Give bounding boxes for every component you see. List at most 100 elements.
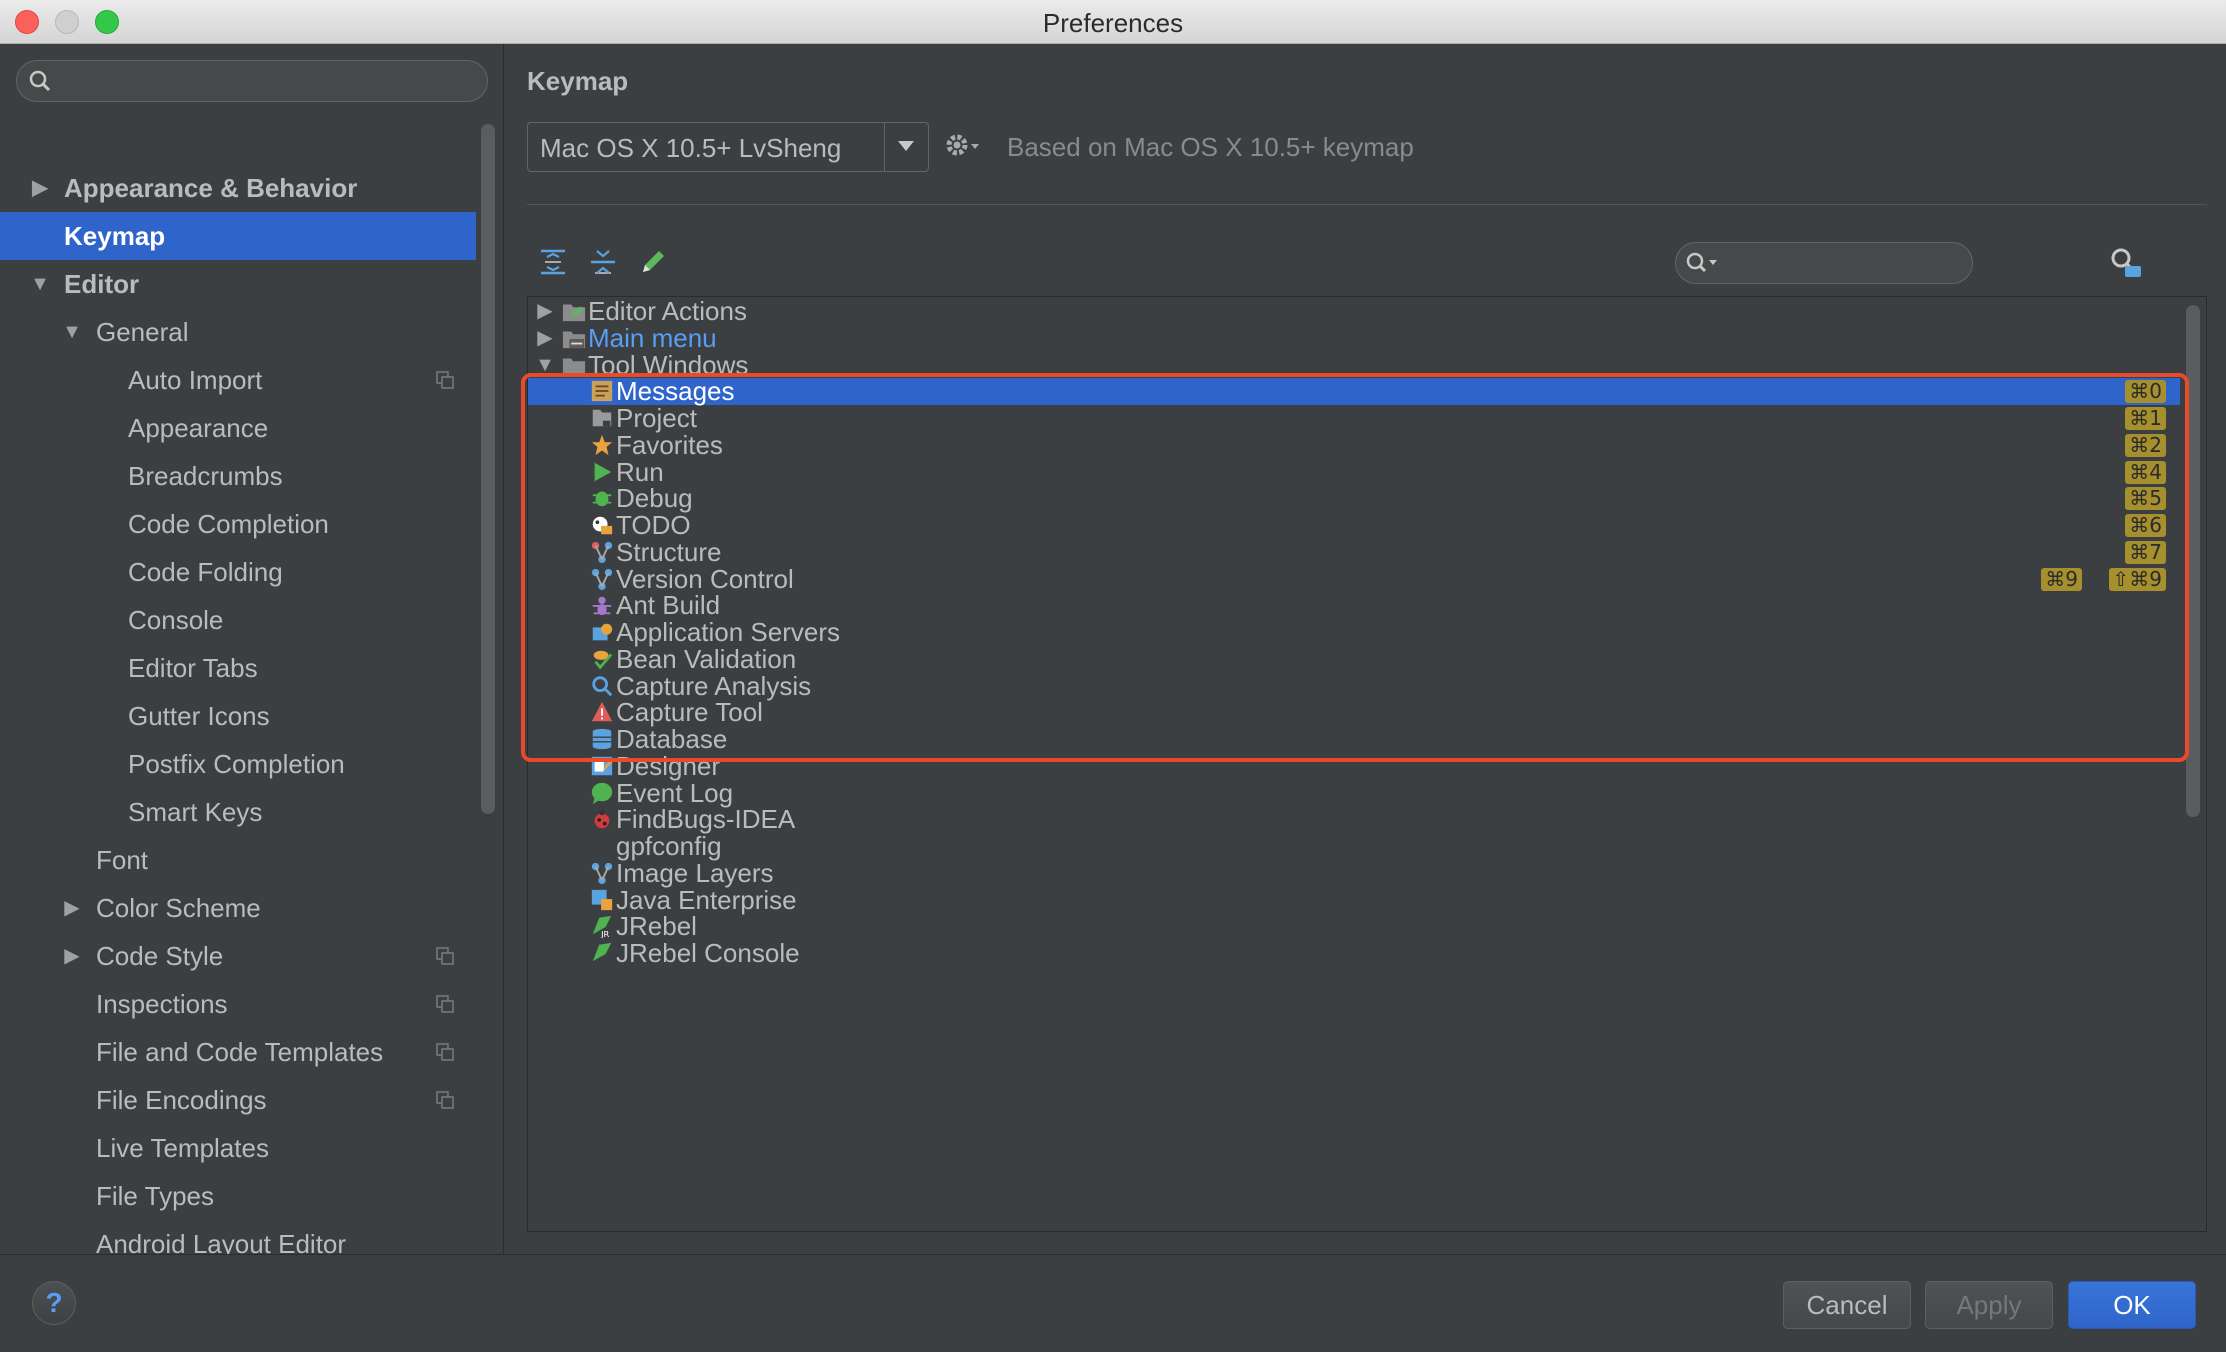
sidebar-scrollbar[interactable] — [481, 124, 495, 814]
expand-all-icon[interactable] — [535, 244, 571, 280]
collapsed-arrow-icon[interactable]: ▶ — [30, 164, 50, 212]
search-icon — [1686, 252, 1717, 273]
sidebar-item-inspections[interactable]: Inspections — [0, 980, 476, 1028]
tree-action-run[interactable]: Run ⌘4 — [528, 458, 2180, 486]
tree-action-gpfconfig[interactable]: gpfconfig — [528, 833, 2180, 860]
gear-icon[interactable] — [943, 130, 983, 164]
project-icon — [592, 409, 612, 427]
tree-action-database[interactable]: Database — [528, 726, 2180, 753]
tree-action-version-control[interactable]: Version Control ⇧⌘9 ⌘9 — [528, 565, 2180, 593]
todo-icon — [592, 516, 613, 535]
action-filter-input[interactable] — [1675, 242, 1973, 284]
apply-button[interactable]: Apply — [1925, 1281, 2053, 1329]
tree-item-label: Java Enterprise — [616, 884, 797, 915]
sidebar-item-gutter-icons[interactable]: Gutter Icons — [0, 692, 476, 740]
sidebar-item-breadcrumbs[interactable]: Breadcrumbs — [0, 452, 476, 500]
sidebar-item-appearance[interactable]: Appearance — [0, 404, 476, 452]
tree-action-ant-build[interactable]: Ant Build — [528, 592, 2180, 619]
collapsed-arrow-icon[interactable]: ▶ — [62, 932, 82, 980]
project-level-settings-icon — [436, 947, 454, 965]
tree-action-capture-tool[interactable]: Capture Tool — [528, 699, 2180, 726]
cancel-button[interactable]: Cancel — [1783, 1281, 1911, 1329]
collapsed-arrow-icon[interactable]: ▶ — [534, 325, 556, 352]
sidebar-item-label: Smart Keys — [128, 797, 263, 827]
sidebar-item-postfix-completion[interactable]: Postfix Completion — [0, 740, 476, 788]
tree-group-tool-windows[interactable]: ▼ Tool Windows — [528, 351, 2180, 379]
sidebar-item-label: Appearance & Behavior — [64, 173, 358, 203]
sidebar-item-label: Code Completion — [128, 509, 329, 539]
sidebar-item-file-and-code-templates[interactable]: File and Code Templates — [0, 1028, 476, 1076]
tree-action-findbugs-idea[interactable]: FindBugs-IDEA — [528, 806, 2180, 833]
version-control-icon — [591, 568, 613, 590]
collapsed-arrow-icon[interactable]: ▶ — [534, 298, 556, 325]
tree-action-designer[interactable]: Designer — [528, 752, 2180, 780]
sidebar-item-label: Postfix Completion — [128, 749, 345, 779]
svg-text:JR: JR — [600, 929, 609, 938]
expanded-arrow-icon[interactable]: ▼ — [62, 308, 82, 356]
tree-action-favorites[interactable]: Favorites ⌘2 — [528, 429, 2180, 460]
sidebar-item-appearance-behavior[interactable]: ▶ Appearance & Behavior — [0, 164, 476, 212]
window-title: Preferences — [1042, 8, 1184, 38]
sidebar-item-console[interactable]: Console — [0, 596, 476, 644]
sidebar-item-file-types[interactable]: File Types — [0, 1172, 476, 1220]
tree-item-label: Favorites — [616, 429, 723, 460]
search-icon — [29, 70, 51, 92]
help-button[interactable]: ? — [32, 1281, 76, 1325]
sidebar-item-label: Color Scheme — [96, 893, 261, 923]
sidebar-item-auto-import[interactable]: Auto Import — [0, 356, 476, 404]
keymap-select[interactable]: Mac OS X 10.5+ LvSheng — [527, 122, 929, 172]
sidebar-item-label: Live Templates — [96, 1133, 269, 1163]
sidebar-item-code-style[interactable]: ▶ Code Style — [0, 932, 476, 980]
sidebar-item-font[interactable]: Font — [0, 836, 476, 884]
settings-search-input[interactable] — [16, 60, 488, 102]
sidebar-item-code-folding[interactable]: Code Folding — [0, 548, 476, 596]
sidebar-item-keymap[interactable]: Keymap — [0, 212, 476, 260]
tree-action-bean-validation[interactable]: Bean Validation — [528, 645, 2180, 673]
tree-action-debug[interactable]: Debug ⌘5 — [528, 485, 2180, 512]
keymap-dropdown-button[interactable] — [884, 123, 928, 171]
tree-action-event-log[interactable]: Event Log — [528, 779, 2180, 807]
tree-action-messages[interactable]: Messages ⌘0 — [528, 378, 2180, 406]
tree-action-capture-analysis[interactable]: Capture Analysis — [528, 672, 2180, 700]
keymap-actions-tree: ▶ Editor Actions ▶ Main menu ▼ Tool Windows Me… — [527, 296, 2207, 1232]
tree-group-main-menu[interactable]: ▶ Main menu — [528, 324, 2180, 352]
editor-actions-folder-icon — [562, 304, 586, 322]
messages-icon — [591, 381, 613, 402]
sidebar-item-color-scheme[interactable]: ▶ Color Scheme — [0, 884, 476, 932]
expanded-arrow-icon[interactable]: ▼ — [534, 352, 556, 379]
sidebar-item-label: File and Code Templates — [96, 1037, 384, 1067]
sidebar-item-label: Font — [96, 845, 149, 875]
tree-action-jrebel[interactable]: JR JRebel — [528, 913, 2180, 940]
tree-group-editor-actions[interactable]: ▶ Editor Actions — [528, 298, 2180, 325]
capture-tool-icon — [591, 702, 613, 722]
sidebar-item-smart-keys[interactable]: Smart Keys — [0, 788, 476, 836]
expanded-arrow-icon[interactable]: ▼ — [30, 260, 50, 308]
tree-item-label: Debug — [616, 483, 693, 514]
sidebar-item-editor-tabs[interactable]: Editor Tabs — [0, 644, 476, 692]
tree-action-project[interactable]: Project ⌘1 — [528, 405, 2180, 432]
tree-action-jrebel-console[interactable]: JRebel Console — [528, 940, 2180, 967]
sidebar-item-file-encodings[interactable]: File Encodings — [0, 1076, 476, 1124]
tree-action-application-servers[interactable]: Application Servers — [528, 619, 2180, 646]
jrebel-icon: JR — [592, 916, 612, 938]
tree-action-java-enterprise[interactable]: Java Enterprise — [528, 884, 2180, 915]
sidebar-item-general[interactable]: ▼ General — [0, 308, 476, 356]
find-by-shortcut-icon[interactable] — [2107, 244, 2143, 280]
shortcut-badge: ⌘4 — [2125, 460, 2166, 484]
edit-pencil-icon[interactable] — [635, 244, 671, 280]
sidebar-item-label: Console — [128, 605, 224, 635]
sidebar-item-label: Inspections — [96, 989, 228, 1019]
ok-button[interactable]: OK — [2068, 1281, 2196, 1329]
sidebar-item-live-templates[interactable]: Live Templates — [0, 1124, 476, 1172]
tree-action-image-layers[interactable]: Image Layers — [528, 859, 2180, 887]
tree-scrollbar[interactable] — [2186, 305, 2200, 817]
sidebar-item-code-completion[interactable]: Code Completion — [0, 500, 476, 548]
sidebar-item-editor[interactable]: ▼ Editor — [0, 260, 476, 308]
collapsed-arrow-icon[interactable]: ▶ — [62, 884, 82, 932]
tree-action-todo[interactable]: TODO ⌘6 — [528, 512, 2180, 539]
event-log-icon — [591, 782, 613, 804]
collapse-all-icon[interactable] — [585, 244, 621, 280]
tree-action-structure[interactable]: Structure ⌘7 — [528, 538, 2180, 566]
sidebar-item-label: Breadcrumbs — [128, 461, 283, 491]
tree-item-label: Project — [616, 403, 697, 433]
